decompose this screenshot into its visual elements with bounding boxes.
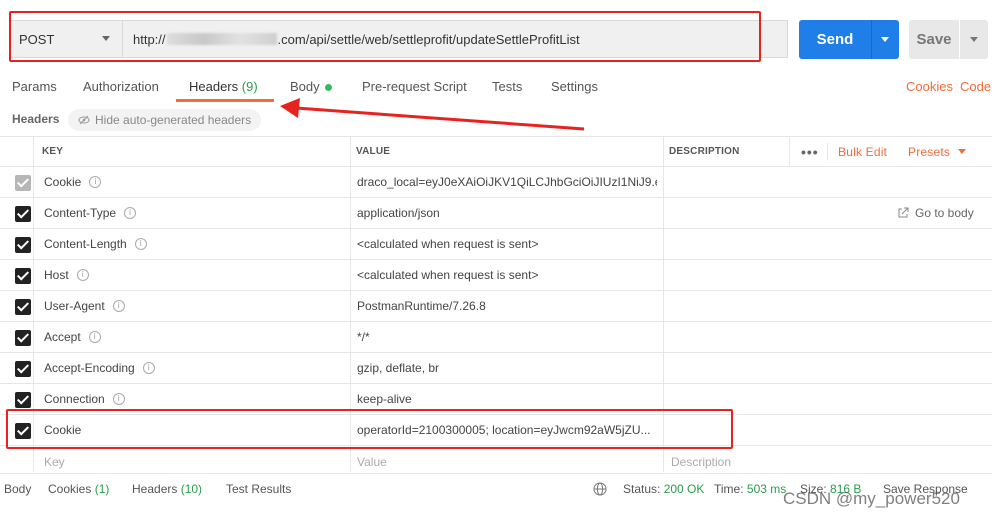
table-row[interactable]: Content-Length i <calculated when request… [0,229,992,260]
eye-slash-icon [78,115,90,125]
active-tab-indicator [176,99,274,102]
tab-tests[interactable]: Tests [492,79,522,94]
presets-button[interactable]: Presets [908,137,967,166]
tab-headers[interactable]: Headers (9) [189,79,258,94]
send-options-chevron-icon[interactable] [871,20,899,59]
info-icon: i [76,269,89,281]
headers-section-title: Headers [12,112,60,126]
header-key: Content-Length [44,237,127,251]
header-value: <calculated when request is sent> [357,237,539,251]
table-row[interactable]: Cookie i draco_local=eyJ0eXAiOiJKV1QiLCJh… [0,167,992,198]
cookies-link[interactable]: Cookies [906,79,953,94]
row-checkbox[interactable] [15,330,31,346]
header-value: <calculated when request is sent> [357,268,539,282]
response-tab-headers[interactable]: Headers (10) [132,482,202,496]
header-value: draco_local=eyJ0eXAiOiJKV1QiLCJhbGciOiJI… [357,175,657,189]
info-icon: i [89,176,102,188]
code-link[interactable]: Code [960,79,991,94]
header-key: User-Agent [44,299,105,313]
send-button[interactable]: Send [799,20,871,59]
tab-body[interactable]: Body [290,79,332,94]
column-divider [827,143,828,160]
status-readout: Status: 200 OK [623,482,705,496]
header-value: */* [357,330,370,344]
row-checkbox[interactable] [15,392,31,408]
table-row[interactable]: Host i <calculated when request is sent> [0,260,992,291]
response-tab-cookies[interactable]: Cookies (1) [48,482,109,496]
external-link-icon [898,207,909,218]
presets-label: Presets [908,144,951,159]
tab-settings[interactable]: Settings [551,79,598,94]
row-checkbox[interactable] [15,237,31,253]
table-row[interactable]: Accept-Encoding i gzip, deflate, br [0,353,992,384]
annotation-box-url [9,11,761,62]
row-checkbox[interactable] [15,268,31,284]
info-icon: i [142,362,155,374]
info-icon: i [134,238,147,250]
row-checkbox[interactable] [15,175,31,191]
tab-params[interactable]: Params [12,79,57,94]
watermark: CSDN @my_power520 [783,489,960,508]
header-key: Accept [44,330,81,344]
column-divider [789,136,790,167]
info-icon: i [112,300,125,312]
bulk-edit-button[interactable]: Bulk Edit [838,137,887,166]
column-value: VALUE [356,146,391,157]
save-options-chevron-icon[interactable] [960,20,988,59]
presets-chevron-icon [958,149,967,154]
body-indicator-dot [324,84,332,92]
hide-auto-generated-label: Hide auto-generated headers [95,113,252,127]
annotation-arrow [280,98,585,131]
header-value: application/json [357,206,440,220]
info-icon: i [88,331,101,343]
header-key: Content-Type [44,206,117,220]
header-key: Host [44,268,69,282]
table-row[interactable]: Content-Type i application/json Go to bod… [0,198,992,229]
headers-count: (9) [241,79,258,94]
column-key: KEY [42,146,64,157]
go-to-body-label: Go to body [915,206,974,220]
hide-auto-generated-button[interactable]: Hide auto-generated headers [68,109,262,131]
tab-authorization[interactable]: Authorization [83,79,159,94]
more-options-icon[interactable]: ••• [801,137,819,166]
header-key: Cookie [44,175,82,189]
save-button[interactable]: Save [909,20,959,59]
table-header-row: KEY VALUE DESCRIPTION ••• Bulk Edit Pres… [0,136,992,167]
response-tab-body[interactable]: Body [4,482,31,496]
info-icon: i [112,393,125,405]
table-row[interactable]: Accept i */* [0,322,992,353]
table-row[interactable]: User-Agent i PostmanRuntime/7.26.8 [0,291,992,322]
row-checkbox[interactable] [15,361,31,377]
row-checkbox[interactable] [15,206,31,222]
header-key: Accept-Encoding [44,361,135,375]
row-checkbox[interactable] [15,299,31,315]
time-readout: Time: 503 ms [714,482,787,496]
header-value: PostmanRuntime/7.26.8 [357,299,486,313]
annotation-box-cookie-row [6,409,733,449]
globe-icon[interactable] [593,482,607,496]
tab-pre-request-script[interactable]: Pre-request Script [362,79,467,94]
go-to-body-link[interactable]: Go to body [897,198,974,228]
info-icon: i [124,207,137,219]
header-value: gzip, deflate, br [357,361,440,375]
header-key: Connection [44,392,105,406]
response-tab-test-results[interactable]: Test Results [226,482,291,496]
column-description: DESCRIPTION [669,146,740,157]
